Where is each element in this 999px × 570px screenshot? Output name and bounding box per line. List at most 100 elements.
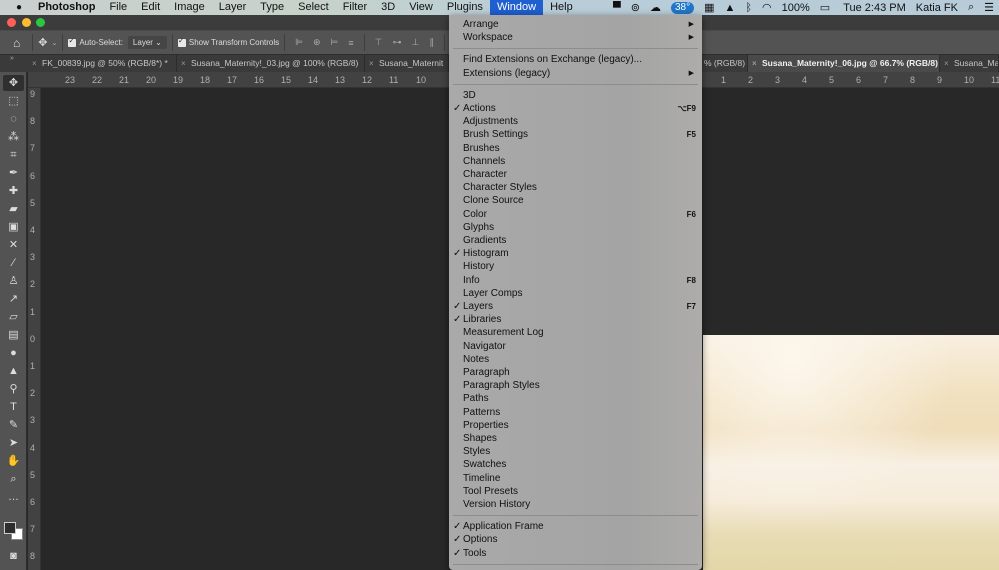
move-tool-preset-icon[interactable]: ✥ bbox=[38, 36, 47, 49]
distribute-horizontal-icon[interactable]: ∥ bbox=[429, 37, 434, 48]
menubar-item-file[interactable]: File bbox=[102, 0, 134, 15]
foreground-color-swatch[interactable] bbox=[4, 522, 16, 534]
menu-item-glyphs[interactable]: Glyphs bbox=[449, 221, 702, 234]
menu-item-tool-presets[interactable]: Tool Presets bbox=[449, 485, 702, 498]
path-select-icon[interactable]: ➤ bbox=[3, 435, 24, 451]
align-horizontal-center-icon[interactable]: ⊕ bbox=[313, 37, 321, 48]
align-bottom-icon[interactable]: ⊥ bbox=[411, 37, 419, 48]
close-tab-icon[interactable]: × bbox=[181, 55, 186, 72]
menu-item-histogram[interactable]: ✓ Histogram bbox=[449, 247, 702, 260]
apple-menu-icon[interactable]: ● bbox=[0, 2, 38, 13]
menu-item-clone-source[interactable]: Clone Source bbox=[449, 194, 702, 207]
hand-rotate-icon[interactable]: ✋ bbox=[3, 453, 24, 469]
menu-item-notes[interactable]: Notes bbox=[449, 353, 702, 366]
clone-stamp-icon[interactable]: ♙ bbox=[3, 273, 24, 289]
expand-panels-icon[interactable]: » bbox=[10, 55, 14, 62]
history-brush-icon[interactable]: ↗ bbox=[3, 291, 24, 307]
menu-item-character-styles[interactable]: Character Styles bbox=[449, 181, 702, 194]
menubar-item-help[interactable]: Help bbox=[543, 0, 580, 15]
menu-item-styles[interactable]: Styles bbox=[449, 445, 702, 458]
menubar-item-filter[interactable]: Filter bbox=[336, 0, 374, 15]
menu-item-properties[interactable]: Properties bbox=[449, 419, 702, 432]
menu-item-application-frame[interactable]: ✓ Application Frame bbox=[449, 520, 702, 533]
zoom-icon[interactable]: ⌕ bbox=[3, 471, 24, 487]
frame-icon[interactable]: ▣ bbox=[3, 219, 24, 235]
menubar-item-edit[interactable]: Edit bbox=[134, 0, 167, 15]
menubar-item-3d[interactable]: 3D bbox=[374, 0, 402, 15]
document-image[interactable] bbox=[703, 335, 999, 570]
crop-icon[interactable]: ⌗ bbox=[3, 147, 24, 163]
display-icon[interactable]: ▀ bbox=[613, 2, 621, 14]
creative-cloud-icon[interactable]: ⊚ bbox=[631, 1, 640, 14]
document-tab[interactable]: × Susana_Maternity!_03.jpg @ 100% (RGB/8) bbox=[177, 55, 365, 72]
brush-icon[interactable]: ∕ bbox=[3, 255, 24, 271]
menu-item-character[interactable]: Character bbox=[449, 168, 702, 181]
move-icon[interactable]: ✥ bbox=[3, 75, 24, 91]
quick-mask-icon[interactable]: ◙ bbox=[3, 548, 24, 564]
close-tab-icon[interactable]: × bbox=[369, 55, 374, 72]
menu-item-tools[interactable]: ✓ Tools bbox=[449, 547, 702, 560]
menu-item-find-extensions-on-exchange-legacy[interactable]: Find Extensions on Exchange (legacy)... bbox=[449, 53, 702, 66]
menu-item-brushes[interactable]: Brushes bbox=[449, 142, 702, 155]
menu-item-color[interactable]: Color F6 bbox=[449, 208, 702, 221]
pen-icon[interactable]: ✎ bbox=[3, 417, 24, 433]
magic-wand-icon[interactable]: ⁂ bbox=[3, 129, 24, 145]
document-tab[interactable]: % (RGB/8) bbox=[702, 55, 748, 72]
show-transform-checkbox[interactable] bbox=[177, 36, 186, 47]
align-right-icon[interactable]: ⊨ bbox=[331, 37, 339, 48]
menu-item-libraries[interactable]: ✓ Libraries bbox=[449, 313, 702, 326]
menubar-app-name[interactable]: Photoshop bbox=[38, 0, 102, 15]
menu-item-options[interactable]: ✓ Options bbox=[449, 533, 702, 546]
lasso-icon[interactable]: ◌ bbox=[3, 111, 24, 127]
dodge-icon[interactable]: ⚲ bbox=[3, 381, 24, 397]
menu-item-swatches[interactable]: Swatches bbox=[449, 458, 702, 471]
document-tab[interactable]: × Susana_Ma bbox=[940, 55, 999, 72]
minimize-window-button[interactable] bbox=[22, 18, 31, 27]
auto-select-checkbox[interactable] bbox=[68, 36, 77, 47]
menu-item-navigator[interactable]: Navigator bbox=[449, 340, 702, 353]
auto-select-dropdown[interactable]: Layer ⌄ bbox=[127, 36, 167, 49]
document-tab[interactable]: × FK_00839.jpg @ 50% (RGB/8*) * bbox=[28, 55, 177, 72]
home-icon[interactable]: ⌂ bbox=[13, 36, 20, 50]
menu-item-channels[interactable]: Channels bbox=[449, 155, 702, 168]
spotlight-search-icon[interactable]: ⌕ bbox=[968, 1, 974, 14]
menu-item-version-history[interactable]: Version History bbox=[449, 498, 702, 511]
battery-icon[interactable]: ▭ bbox=[820, 1, 830, 14]
clock[interactable]: Tue 2:43 PM bbox=[843, 2, 906, 14]
menu-item-adjustments[interactable]: Adjustments bbox=[449, 115, 702, 128]
notification-center-icon[interactable]: ☰ bbox=[984, 1, 994, 14]
document-tab[interactable]: × Susana_Maternit bbox=[365, 55, 449, 72]
menu-item-paragraph-styles[interactable]: Paragraph Styles bbox=[449, 379, 702, 392]
close-tab-icon[interactable]: × bbox=[32, 55, 37, 72]
distribute-vertical-icon[interactable]: ≡ bbox=[348, 38, 353, 48]
menu-item-3d[interactable]: 3D bbox=[449, 89, 702, 102]
close-tab-icon[interactable]: × bbox=[944, 55, 949, 72]
menu-item-patterns[interactable]: Patterns bbox=[449, 406, 702, 419]
menu-item-shapes[interactable]: Shapes bbox=[449, 432, 702, 445]
menubar-item-select[interactable]: Select bbox=[291, 0, 336, 15]
menu-item-history[interactable]: History bbox=[449, 260, 702, 273]
menubar-item-window[interactable]: Window bbox=[489, 0, 544, 15]
align-top-icon[interactable]: ⊤ bbox=[375, 37, 383, 48]
sharpen-icon[interactable]: ▲ bbox=[3, 363, 24, 379]
menu-item-workspace[interactable]: Workspace ▶ bbox=[449, 31, 702, 44]
content-aware-move-icon[interactable]: ✕ bbox=[3, 237, 24, 253]
menu-item-brush-settings[interactable]: Brush Settings F5 bbox=[449, 128, 702, 141]
menu-item-layer-comps[interactable]: Layer Comps bbox=[449, 287, 702, 300]
type-icon[interactable]: T bbox=[3, 399, 24, 415]
menu-item-paths[interactable]: Paths bbox=[449, 392, 702, 405]
menu-item-arrange[interactable]: Arrange ▶ bbox=[449, 18, 702, 31]
menu-item-timeline[interactable]: Timeline bbox=[449, 472, 702, 485]
document-tab-active[interactable]: × Susana_Maternity!_06.jpg @ 66.7% (RGB/8… bbox=[748, 55, 940, 72]
color-swatches[interactable] bbox=[4, 520, 24, 542]
marquee-icon[interactable]: ⬚ bbox=[3, 93, 24, 109]
menubar-item-view[interactable]: View bbox=[402, 0, 440, 15]
gradient-icon[interactable]: ▤ bbox=[3, 327, 24, 343]
menu-item-gradients[interactable]: Gradients bbox=[449, 234, 702, 247]
spot-healing-icon[interactable]: ✚ bbox=[3, 183, 24, 199]
menu-item-info[interactable]: Info F8 bbox=[449, 274, 702, 287]
bluetooth-icon[interactable]: ᛒ bbox=[745, 2, 752, 14]
menu-item-actions[interactable]: ✓ Actions ⌥F9 bbox=[449, 102, 702, 115]
brush-bandage-icon[interactable]: ▰ bbox=[3, 201, 24, 217]
cloud-icon[interactable]: ☁ bbox=[650, 1, 661, 14]
